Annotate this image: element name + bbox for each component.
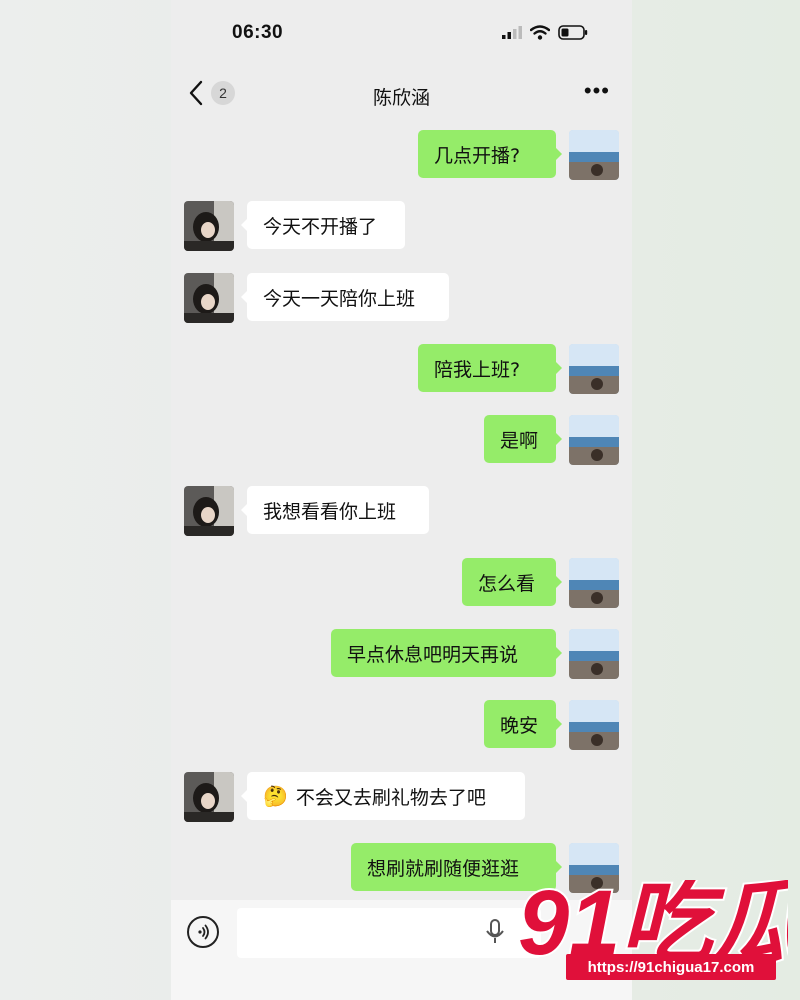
message-text: 早点休息吧明天再说 [347,643,519,666]
more-options-button[interactable]: ••• [584,78,610,104]
my-avatar[interactable] [569,130,619,180]
my-avatar[interactable] [569,344,619,394]
more-icon: ••• [583,78,610,103]
my-avatar[interactable] [569,558,619,608]
status-bar: 06:30 [171,0,632,70]
message-bubble[interactable]: 几点开播? [418,130,562,178]
message-text: 陪我上班? [434,358,521,381]
voice-icon [198,924,209,940]
message-text: 不会又去刷礼物去了吧 [295,786,486,809]
message-bubble[interactable]: 陪我上班? [418,344,562,392]
my-avatar[interactable] [569,629,619,679]
thinking-emoji-icon: 🤔 [263,784,288,808]
message-bubble[interactable]: 早点休息吧明天再说 [331,629,562,677]
cellular-signal-icon [502,26,522,39]
message-text: 我想看看你上班 [263,500,397,523]
message-bubble[interactable]: 是啊 [484,415,562,463]
voice-toggle-button[interactable] [187,916,219,948]
status-icons [502,25,588,40]
message-text: 今天一天陪你上班 [263,287,416,310]
contact-avatar[interactable] [184,273,234,323]
chat-title: 陈欣涵 [372,87,430,109]
message-bubble[interactable]: 今天不开播了 [241,201,405,249]
mic-button[interactable] [485,918,505,951]
contact-avatar[interactable] [184,201,234,251]
message-bubble[interactable]: 晚安 [484,700,562,748]
chat-header: 2 陈欣涵 ••• [171,70,632,122]
watermark-url: https://91chigua17.com [566,954,776,980]
wifi-icon [530,25,550,40]
my-avatar[interactable] [569,700,619,750]
message-text: 晚安 [500,714,539,737]
message-text: 怎么看 [478,572,536,595]
status-time: 06:30 [232,22,284,43]
my-avatar[interactable] [569,415,619,465]
message-list[interactable]: 几点开播? 今天不开播了今天一天陪你上班陪我上班? 是啊我想看看你上班怎么看早点休息… [171,122,632,900]
battery-icon [558,25,588,40]
message-bubble[interactable]: 🤔 不会又去刷礼物去了吧 [241,772,525,820]
message-text: 是啊 [500,429,539,452]
phone-screen: 06:30 2 陈欣涵 ••• 几点开播? 今天不开播了 今天一天陪你上班 陪我… [171,0,632,1000]
message-text: 今天不开播了 [263,215,378,238]
message-bubble[interactable]: 今天一天陪你上班 [241,273,449,321]
message-text: 几点开播? [434,144,521,167]
message-bubble[interactable]: 怎么看 [462,558,562,606]
message-bubble[interactable]: 我想看看你上班 [241,486,429,534]
contact-avatar[interactable] [184,486,234,536]
contact-avatar[interactable] [184,772,234,822]
microphone-icon [486,919,504,943]
message-text: 想刷就刷随便逛逛 [367,857,520,880]
